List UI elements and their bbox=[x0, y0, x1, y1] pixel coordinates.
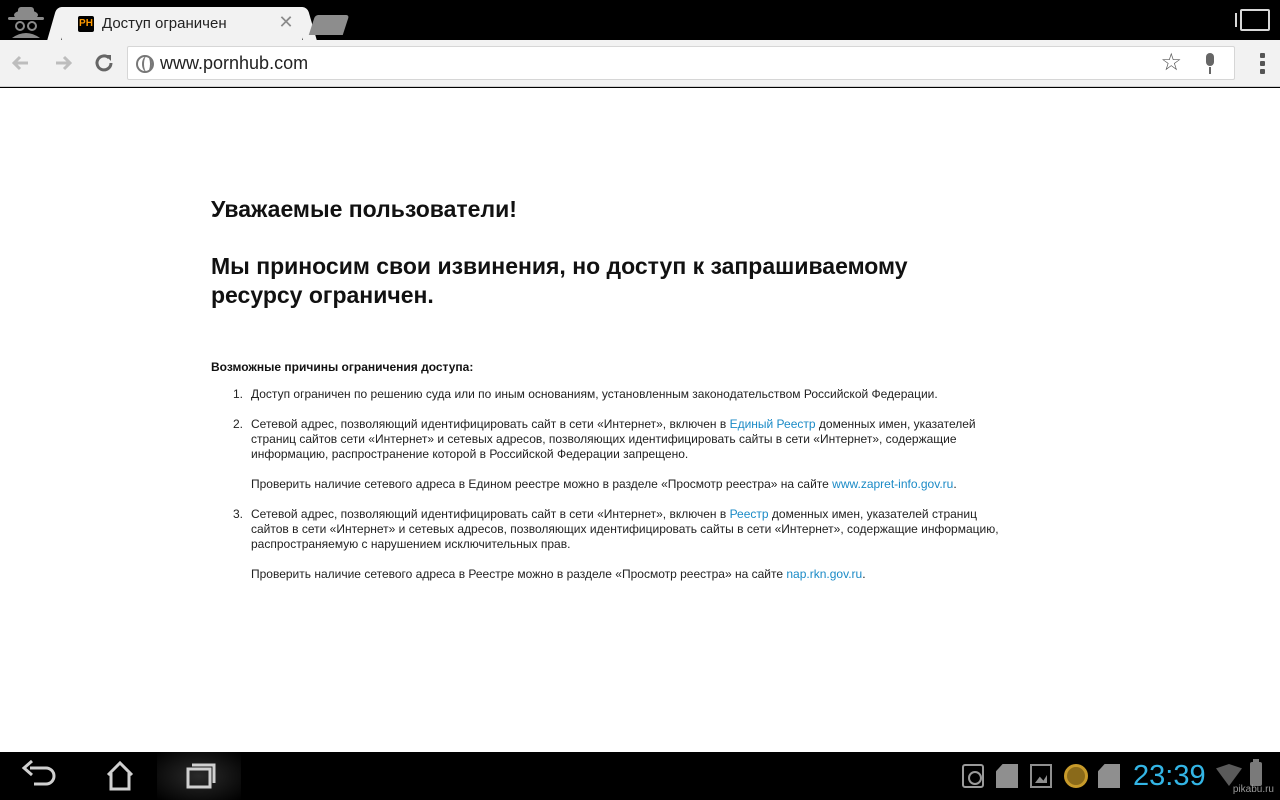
system-home-icon[interactable] bbox=[92, 758, 152, 794]
app-notification-icon[interactable] bbox=[1064, 764, 1088, 788]
page-subheading: Мы приносим свои извинения, но доступ к … bbox=[211, 253, 908, 308]
overflow-menu-icon[interactable] bbox=[1260, 53, 1266, 75]
tab-strip: PH Доступ ограничен ✕ bbox=[0, 0, 1280, 40]
system-recents-icon[interactable] bbox=[170, 758, 230, 794]
reason-check-text: Проверить наличие сетевого адреса в Един… bbox=[251, 477, 957, 491]
page-content: Уважаемые пользователи! Мы приносим свои… bbox=[0, 88, 1280, 752]
list-number: 3. bbox=[233, 507, 244, 521]
sd-card-icon[interactable] bbox=[996, 764, 1018, 788]
reload-icon[interactable] bbox=[91, 50, 117, 76]
registry-link[interactable]: Реестр bbox=[730, 507, 769, 521]
mic-icon[interactable] bbox=[1204, 53, 1216, 75]
list-item: 2. Сетевой адрес, позволяющий идентифици… bbox=[211, 417, 1001, 492]
close-icon[interactable]: ✕ bbox=[278, 13, 294, 31]
browser-toolbar: www.pornhub.com ☆ bbox=[0, 40, 1280, 87]
zapret-info-link[interactable]: www.zapret-info.gov.ru bbox=[832, 477, 953, 491]
tab-switcher-icon[interactable] bbox=[1235, 9, 1270, 31]
page-heading: Уважаемые пользователи! bbox=[211, 196, 517, 222]
gallery-icon[interactable] bbox=[1030, 764, 1052, 788]
globe-icon bbox=[136, 55, 154, 73]
tab-favicon: PH bbox=[78, 16, 94, 32]
list-number: 1. bbox=[233, 387, 244, 401]
reason-text: Сетевой адрес, позволяющий идентифициров… bbox=[251, 417, 976, 461]
incognito-icon bbox=[6, 4, 46, 38]
sd-card-sync-icon[interactable] bbox=[1098, 764, 1120, 788]
registry-link[interactable]: Единый Реестр bbox=[730, 417, 816, 431]
address-bar[interactable]: www.pornhub.com ☆ bbox=[127, 46, 1235, 80]
reasons-title: Возможные причины ограничения доступа: bbox=[211, 360, 474, 374]
back-arrow-icon[interactable] bbox=[8, 50, 34, 76]
system-bar: 23:39 pikabu.ru bbox=[0, 752, 1280, 800]
blocked-notice: Уважаемые пользователи! Мы приносим свои… bbox=[211, 194, 1011, 597]
list-item: 3. Сетевой адрес, позволяющий идентифици… bbox=[211, 507, 1001, 582]
reason-check-text: Проверить наличие сетевого адреса в Реес… bbox=[251, 567, 866, 581]
star-icon[interactable]: ☆ bbox=[1160, 50, 1182, 76]
tab-title: Доступ ограничен bbox=[102, 15, 227, 32]
url-text[interactable]: www.pornhub.com bbox=[160, 53, 308, 74]
reasons-list: 1. Доступ ограничен по решению суда или … bbox=[211, 387, 1011, 582]
tab-active[interactable]: PH Доступ ограничен ✕ bbox=[62, 7, 302, 40]
list-item: 1. Доступ ограничен по решению суда или … bbox=[211, 387, 1001, 402]
wifi-icon bbox=[1216, 764, 1242, 786]
battery-icon bbox=[1250, 759, 1262, 786]
new-tab-button[interactable] bbox=[308, 15, 350, 35]
reason-text: Сетевой адрес, позволяющий идентифициров… bbox=[251, 507, 999, 551]
forward-arrow-icon[interactable] bbox=[50, 50, 76, 76]
status-clock[interactable]: 23:39 bbox=[1133, 758, 1206, 794]
rkn-link[interactable]: nap.rkn.gov.ru bbox=[786, 567, 862, 581]
watermark: pikabu.ru bbox=[1232, 784, 1274, 795]
reason-text: Доступ ограничен по решению суда или по … bbox=[251, 387, 938, 401]
system-back-icon[interactable] bbox=[12, 758, 72, 794]
list-number: 2. bbox=[233, 417, 244, 431]
camera-notification-icon[interactable] bbox=[962, 764, 984, 788]
